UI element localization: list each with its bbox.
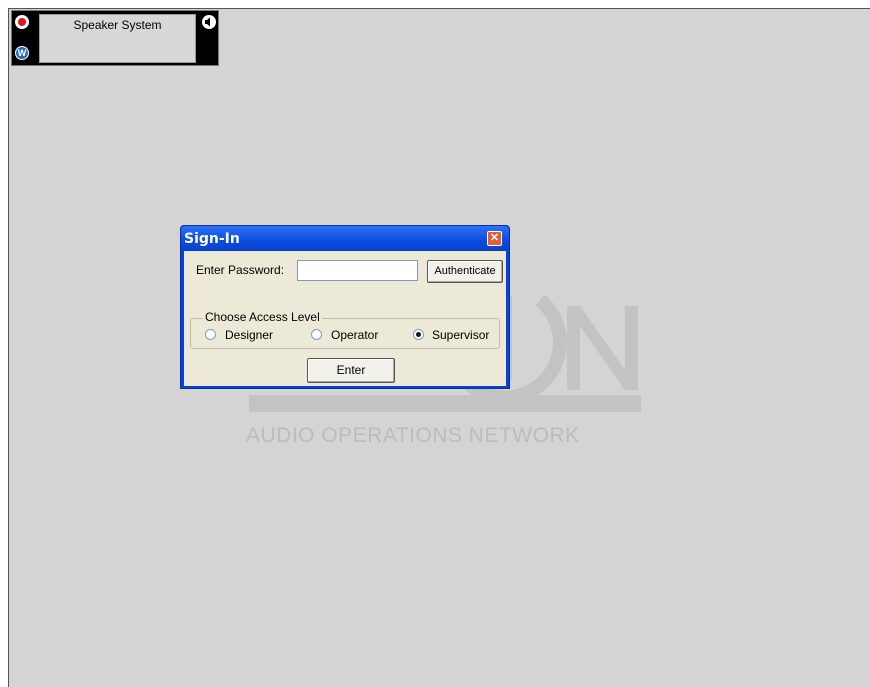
radio-designer[interactable] — [205, 329, 216, 340]
speaker-mute-glyph — [205, 17, 210, 27]
w-button-label: W — [16, 47, 28, 59]
access-level-group-label: Choose Access Level — [203, 310, 322, 324]
dialog-title: Sign-In — [184, 231, 240, 247]
speaker-label: Speaker System — [73, 18, 162, 32]
dialog-body: Enter Password: Authenticate Choose Acce… — [184, 251, 506, 386]
w-button-icon[interactable]: W — [15, 46, 29, 60]
dialog-titlebar[interactable]: Sign-In ✕ — [181, 226, 509, 251]
radio-operator-label[interactable]: Operator — [331, 328, 378, 342]
password-label: Enter Password: — [196, 263, 285, 277]
password-input[interactable] — [297, 260, 418, 281]
enter-button[interactable]: Enter — [307, 358, 395, 383]
radio-supervisor-label[interactable]: Supervisor — [432, 328, 489, 342]
close-icon[interactable]: ✕ — [487, 231, 502, 246]
radio-operator[interactable] — [311, 329, 322, 340]
sign-in-dialog: Sign-In ✕ Enter Password: Authenticate C… — [180, 225, 510, 389]
speaker-system-widget[interactable]: W Speaker System — [11, 10, 219, 66]
record-icon[interactable] — [15, 15, 29, 29]
speaker-mute-icon[interactable] — [202, 15, 216, 29]
radio-supervisor[interactable] — [413, 329, 424, 340]
authenticate-button[interactable]: Authenticate — [427, 260, 503, 283]
radio-designer-label[interactable]: Designer — [225, 328, 273, 342]
speaker-panel[interactable]: Speaker System — [39, 14, 196, 63]
